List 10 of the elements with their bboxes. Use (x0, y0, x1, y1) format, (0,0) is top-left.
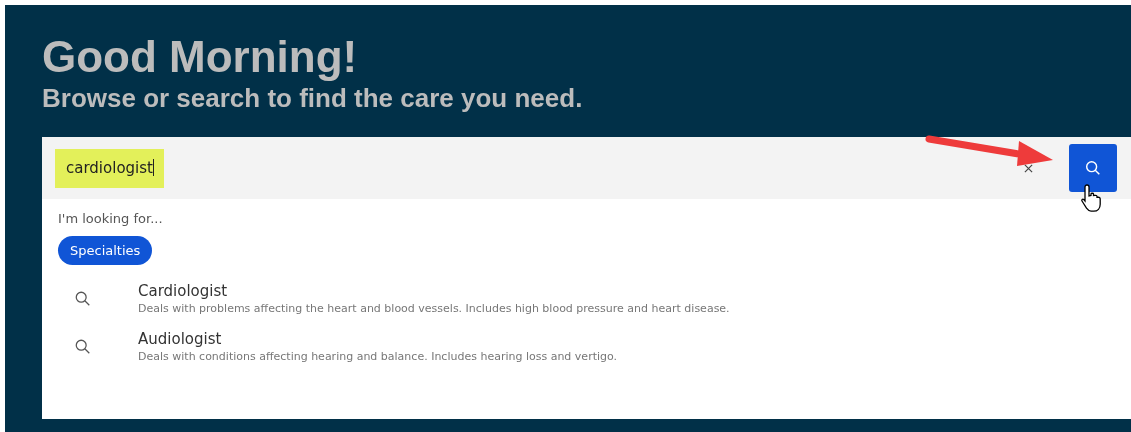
search-value: cardiologist (55, 148, 164, 188)
result-title[interactable]: Audiologist (138, 329, 618, 349)
dropdown-prompt: I'm looking for... (58, 211, 164, 226)
greeting-title: Good Morning! (42, 33, 359, 81)
category-chip[interactable]: Specialties (58, 236, 153, 265)
search-field[interactable]: cardiologist (42, 137, 1131, 199)
result-description: Deals with problems affecting the heart and blood vessels. Includes high blood pressure and heart disease. (138, 301, 730, 317)
subtitle: Browse or search to find the care you need. (42, 83, 584, 113)
result-title[interactable]: Cardiologist (138, 281, 730, 301)
result-description: Deals with conditions affecting hearing and balance. Includes hearing loss and vertigo. (138, 349, 618, 365)
